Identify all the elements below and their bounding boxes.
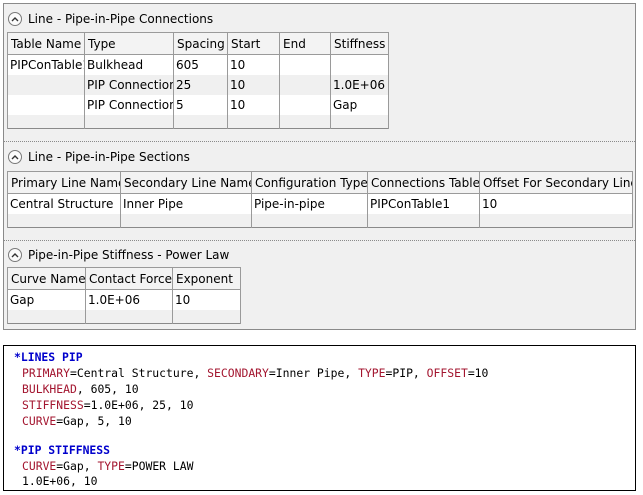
collapse-chevron-up-icon[interactable] (8, 150, 22, 164)
table-cell[interactable]: 25 (173, 75, 228, 95)
section-title: Line - Pipe-in-Pipe Connections (28, 12, 214, 26)
table-cell[interactable]: 1.0E+06 (85, 289, 173, 310)
table-cell[interactable]: 605 (173, 54, 228, 75)
column-header[interactable]: Primary Line Name (7, 171, 121, 194)
table-cell[interactable]: Bulkhead (84, 54, 174, 75)
table-header-row: Curve Name Contact Force Exponent (7, 267, 241, 290)
pip-sections-table: Primary Line Name Secondary Line Name Co… (7, 171, 633, 228)
collapse-chevron-up-icon[interactable] (8, 12, 22, 26)
table-row-empty[interactable] (7, 115, 389, 129)
table-cell[interactable]: 5 (173, 95, 228, 115)
table-cell[interactable] (279, 54, 331, 75)
column-header[interactable]: Curve Name (7, 267, 86, 290)
column-header[interactable]: End (279, 32, 331, 55)
table-cell[interactable] (7, 75, 85, 95)
table-header-row: Table Name Type Spacing Start End Stiffn… (7, 32, 389, 55)
code-line: 1.0E+06, 10 (22, 474, 98, 488)
code-line: CURVE=Gap, 5, 10 (22, 414, 132, 428)
table-cell[interactable]: 10 (172, 289, 241, 310)
column-header[interactable]: Table Name (7, 32, 85, 55)
table-cell[interactable]: Gap (7, 289, 86, 310)
code-line: PRIMARY=Central Structure, SECONDARY=Inn… (22, 366, 489, 380)
table-row: Gap 1.0E+06 10 (7, 289, 241, 310)
table-cell[interactable]: 10 (227, 95, 280, 115)
code-line: BULKHEAD, 605, 10 (22, 382, 139, 396)
table-cell[interactable]: PIPConTable1 (367, 193, 480, 214)
table-cell[interactable]: Central Structure (7, 193, 121, 214)
column-header[interactable]: Exponent (172, 267, 241, 290)
table-cell[interactable]: 10 (479, 193, 633, 214)
section-title: Pipe-in-Pipe Stiffness - Power Law (28, 248, 230, 262)
table-cell[interactable]: Gap (330, 95, 389, 115)
table-cell[interactable] (330, 54, 389, 75)
column-header[interactable]: Secondary Line Name (120, 171, 252, 194)
table-header-row: Primary Line Name Secondary Line Name Co… (7, 171, 633, 194)
table-row: PIP Connection 25 10 1.0E+06 (7, 75, 389, 95)
table-cell[interactable]: Inner Pipe (120, 193, 252, 214)
table-row-empty[interactable] (7, 214, 633, 228)
input-panel: Line - Pipe-in-Pipe Connections Table Na… (3, 3, 636, 330)
column-header[interactable]: Type (84, 32, 174, 55)
code-line: STIFFNESS=1.0E+06, 25, 10 (22, 398, 194, 412)
column-header[interactable]: Contact Force (85, 267, 173, 290)
table-cell[interactable]: 10 (227, 54, 280, 75)
table-cell[interactable]: PIP Connection (84, 95, 174, 115)
code-block-header: *LINES PIP (14, 350, 83, 364)
keyword-code-listing: *LINES PIP PRIMARY=Central Structure, SE… (3, 345, 636, 491)
table-row: Central Structure Inner Pipe Pipe-in-pip… (7, 193, 633, 214)
column-header[interactable]: Start (227, 32, 280, 55)
connections-table: Table Name Type Spacing Start End Stiffn… (7, 32, 389, 129)
section-divider (4, 141, 635, 142)
table-cell[interactable]: Pipe-in-pipe (251, 193, 368, 214)
table-cell[interactable]: PIPConTable1 (7, 54, 85, 75)
column-header[interactable]: Connections Table (367, 171, 480, 194)
table-row-empty[interactable] (7, 310, 241, 324)
section-title: Line - Pipe-in-Pipe Sections (28, 150, 190, 164)
section-header-pip-sections[interactable]: Line - Pipe-in-Pipe Sections (8, 148, 190, 166)
column-header[interactable]: Stiffness (330, 32, 389, 55)
code-line: CURVE=Gap, TYPE=POWER LAW (22, 459, 194, 473)
section-divider (4, 240, 635, 241)
table-cell[interactable] (7, 95, 85, 115)
column-header[interactable]: Spacing (173, 32, 228, 55)
table-cell[interactable]: 10 (227, 75, 280, 95)
section-header-stiffness[interactable]: Pipe-in-Pipe Stiffness - Power Law (8, 246, 229, 264)
code-block-header: *PIP STIFFNESS (14, 443, 111, 457)
table-cell[interactable]: PIP Connection (84, 75, 174, 95)
collapse-chevron-up-icon[interactable] (8, 248, 22, 262)
column-header[interactable]: Configuration Type (251, 171, 368, 194)
table-row: PIPConTable1 Bulkhead 605 10 (7, 54, 389, 75)
table-row: PIP Connection 5 10 Gap (7, 95, 389, 115)
table-cell[interactable] (279, 95, 331, 115)
table-cell[interactable]: 1.0E+06 (330, 75, 389, 95)
section-header-connections[interactable]: Line - Pipe-in-Pipe Connections (8, 10, 213, 28)
table-cell[interactable] (279, 75, 331, 95)
stiffness-table: Curve Name Contact Force Exponent Gap 1.… (7, 267, 241, 324)
column-header[interactable]: Offset For Secondary Line (479, 171, 633, 194)
